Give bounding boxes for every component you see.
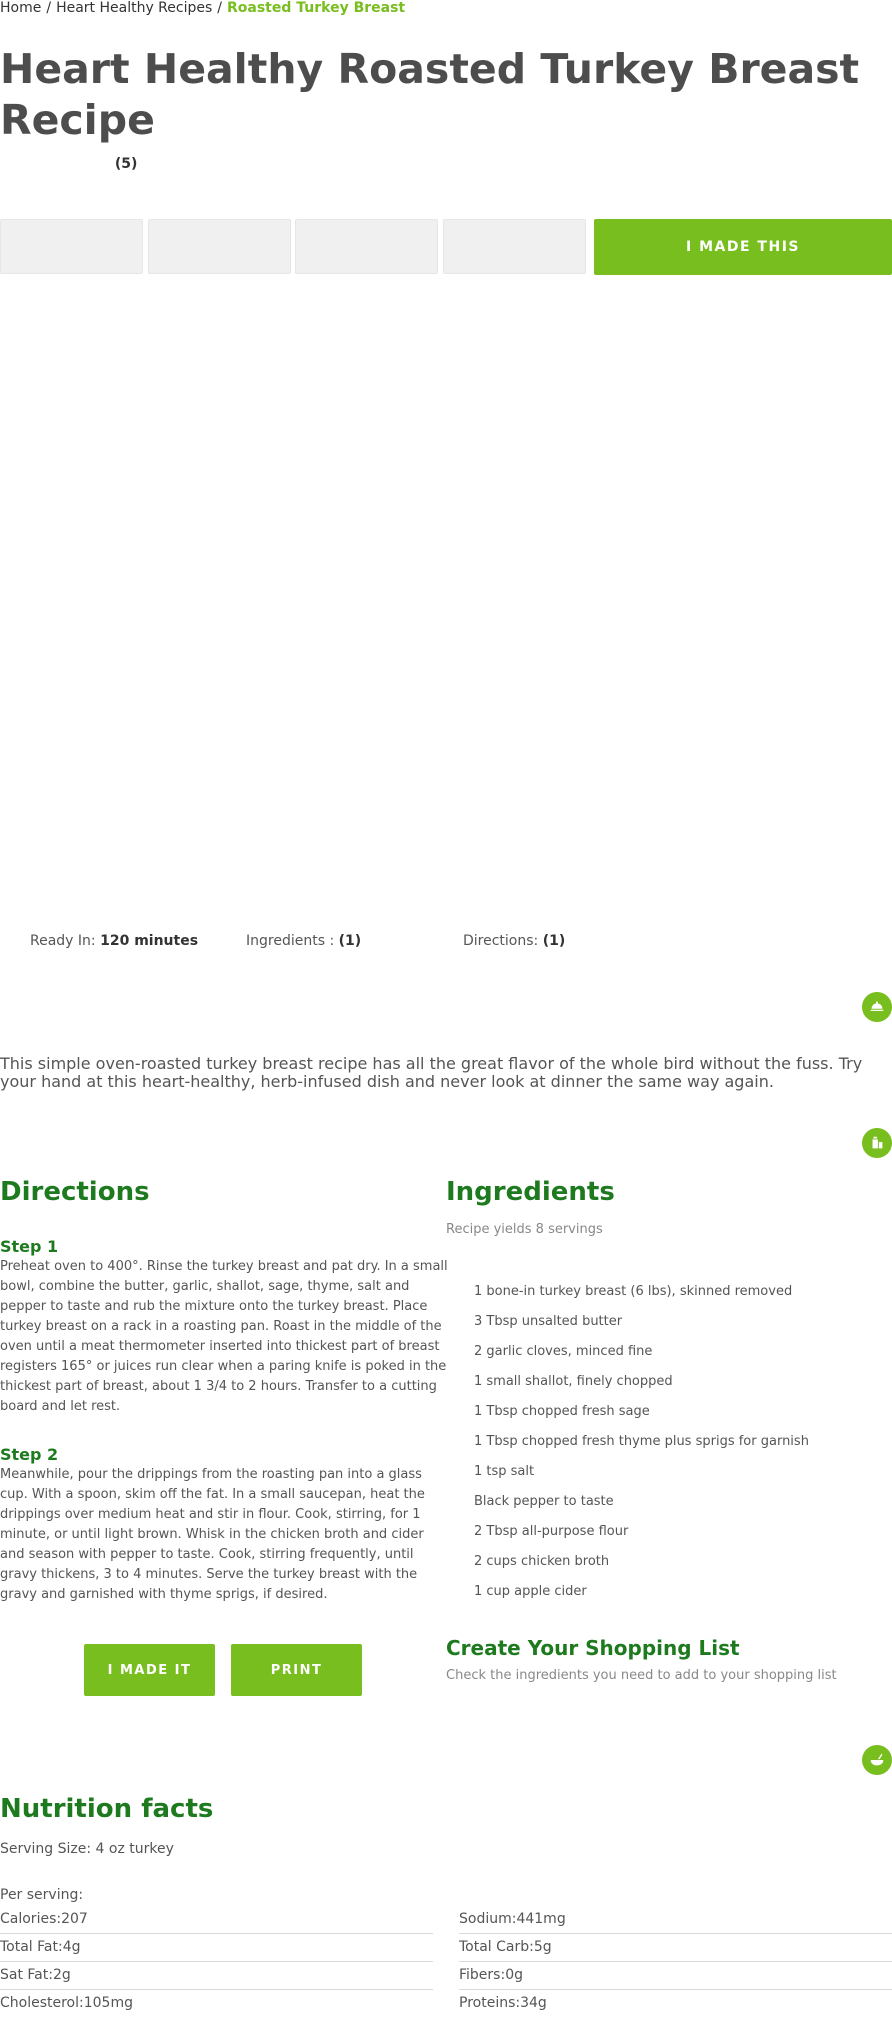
ingredient-item[interactable]: 2 Tbsp all-purpose flour [474,1517,892,1547]
recipe-meta: Ready In: 120 minutes Ingredients : (1) … [0,933,892,953]
ingredient-item[interactable]: 2 cups chicken broth [474,1547,892,1577]
recipe-yields: Recipe yields 8 servings [446,1222,603,1237]
shopping-list-note: Check the ingredients you need to add to… [446,1668,837,1683]
breadcrumb-home[interactable]: Home [0,0,41,16]
nutrition-column-right: Sodium:441mg Total Carb:5g Fibers:0g Pro… [459,1906,892,2017]
directions-count-value: (1) [542,933,566,949]
step-1-text: Preheat oven to 400°. Rinse the turkey b… [0,1259,448,1414]
nutrition-row: Total Fat:4g [0,1934,433,1962]
nutrition-row: Fibers:0g [459,1962,892,1990]
rating: (5) [0,154,138,172]
ingredients-icon [862,1128,892,1158]
dish-icon [862,992,892,1022]
nutrition-row: Total Carb:5g [459,1934,892,1962]
serving-size: Serving Size: 4 oz turkey [0,1841,174,1857]
ingredient-item[interactable]: Black pepper to taste [474,1487,892,1517]
breadcrumb-current: Roasted Turkey Breast [227,0,406,16]
rating-count: (5) [114,156,138,172]
page-title: Heart Healthy Roasted Turkey Breast Reci… [0,45,860,144]
directions-count: Directions: (1) [463,933,565,949]
ingredient-item[interactable]: 1 Tbsp chopped fresh sage [474,1397,892,1427]
share-button-1[interactable] [0,219,143,274]
nutrition-row: Cholesterol:105mg [0,1995,133,2011]
directions-count-label: Directions: [463,933,539,949]
ingredients-count-value: (1) [338,933,362,949]
i-made-it-button[interactable]: I MADE IT [84,1644,215,1696]
shopping-list-heading: Create Your Shopping List [446,1636,740,1660]
share-button-3[interactable] [295,219,438,274]
ingredients-section: Ingredients Recipe yields 8 servings 1 b… [446,1175,892,1685]
nutrition-heading: Nutrition facts [0,1794,214,1824]
ingredient-item[interactable]: 3 Tbsp unsalted butter [474,1307,892,1337]
bowl-icon [862,1745,892,1775]
print-button[interactable]: PRINT [231,1644,362,1696]
ready-in-value: 120 minutes [100,933,199,949]
directions-buttons: I MADE IT PRINT [0,1644,448,1696]
step-2-title: Step 2 [0,1445,59,1464]
per-serving-label: Per serving: [0,1887,84,1903]
ingredients-count: Ingredients : (1) [246,933,361,949]
ingredient-item[interactable]: 2 garlic cloves, minced fine [474,1337,892,1367]
action-row: I MADE THIS [0,219,892,275]
nutrition-row: Sodium:441mg [459,1906,892,1934]
nutrition-column-left: Calories:207 Total Fat:4g Sat Fat:2g Cho… [0,1906,433,2017]
ready-in: Ready In: 120 minutes [30,933,198,949]
ingredient-item[interactable]: 1 Tbsp chopped fresh thyme plus sprigs f… [474,1427,892,1457]
breadcrumb-separator: / [46,0,52,16]
recipe-image [0,290,892,910]
nutrition-row: Sat Fat:2g [0,1962,433,1990]
share-button-2[interactable] [148,219,291,274]
recipe-description: This simple oven-roasted turkey breast r… [0,1054,863,1091]
breadcrumb-separator: / [217,0,222,16]
ingredients-heading: Ingredients [446,1177,615,1207]
nutrition-row: Proteins:34g [459,1995,547,2011]
share-button-4[interactable] [443,219,586,274]
ingredient-list: 1 bone-in turkey breast (6 lbs), skinned… [446,1277,892,1607]
step-2-text: Meanwhile, pour the drippings from the r… [0,1467,425,1602]
ingredient-item[interactable]: 1 cup apple cider [474,1577,892,1607]
step-1-title: Step 1 [0,1237,59,1256]
nutrition-section: Nutrition facts Serving Size: 4 oz turke… [0,1792,892,2011]
ingredient-item[interactable]: 1 small shallot, finely chopped [474,1367,892,1397]
directions-section: Directions Step 1 Preheat oven to 400°. … [0,1175,448,1696]
i-made-this-button[interactable]: I MADE THIS [594,219,892,275]
ingredient-item[interactable]: 1 bone-in turkey breast (6 lbs), skinned… [474,1277,892,1307]
ready-in-label: Ready In: [30,933,96,949]
ingredient-item[interactable]: 1 tsp salt [474,1457,892,1487]
directions-heading: Directions [0,1177,150,1207]
rating-stars[interactable] [0,154,110,168]
breadcrumb-heart-healthy-recipes[interactable]: Heart Healthy Recipes [56,0,212,16]
breadcrumb: Home / Heart Healthy Recipes / Roasted Turke… [0,0,405,16]
nutrition-row: Calories:207 [0,1906,433,1934]
ingredients-count-label: Ingredients : [246,933,335,949]
